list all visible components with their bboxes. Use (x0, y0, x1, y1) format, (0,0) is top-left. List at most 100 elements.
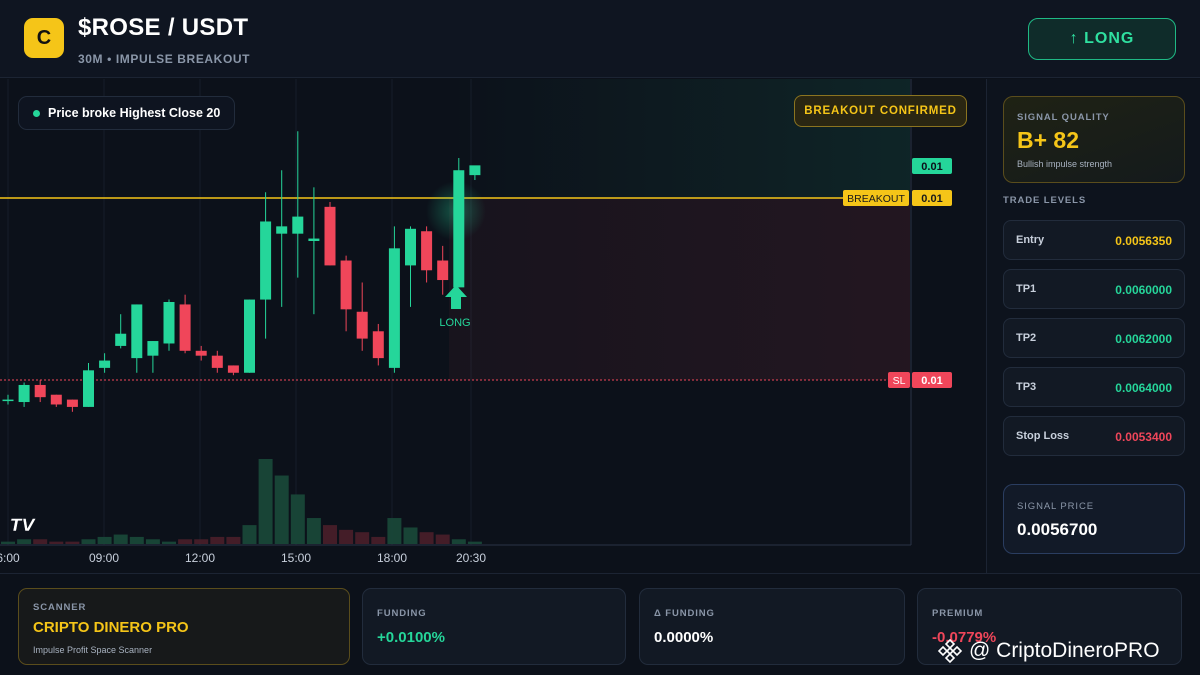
funding-label: FUNDING (377, 608, 427, 619)
candle (147, 341, 159, 373)
candle (227, 365, 239, 376)
candle (453, 158, 465, 288)
candles (2, 131, 481, 412)
volume-bar (242, 525, 257, 544)
candle-body (276, 226, 288, 234)
watermark: @ CriptoDineroPRO (937, 638, 1160, 664)
stop-loss-zone (449, 198, 910, 380)
candle (2, 394, 14, 405)
candle-body (115, 333, 127, 346)
volume-bar (113, 534, 128, 544)
scanner-card: SCANNER CRIPTO DINERO PRO Impulse Profit… (18, 588, 350, 665)
volume-bar (306, 518, 321, 544)
volume-bar (17, 539, 32, 544)
volume-bar (1, 541, 15, 544)
candle-body (179, 304, 191, 351)
volume-bar (403, 527, 418, 544)
candle (260, 192, 272, 339)
volume-bar (194, 539, 209, 544)
candle-body (405, 228, 416, 266)
grid-lines (7, 79, 472, 545)
signal-quality-card: SIGNAL QUALITY B+ 82 Bullish impulse str… (1003, 96, 1185, 183)
volume-bar (323, 525, 337, 544)
trade-level-label: TP1 (1016, 283, 1037, 295)
trade-level-row: TP2 0.0062000 (1003, 318, 1185, 358)
funding-value: +0.0100% (377, 629, 445, 646)
binance-icon (937, 638, 963, 664)
candle (388, 226, 400, 373)
candle (356, 282, 368, 351)
candle-body (421, 231, 433, 271)
sl-price-text: 0.01 (921, 375, 942, 387)
status-dot-icon (33, 109, 40, 117)
candle-body (66, 399, 78, 407)
trade-level-row: TP3 0.0064000 (1003, 367, 1185, 407)
signal-quality-caption: Bullish impulse strength (1017, 159, 1113, 169)
price-tag-top-text: 0.01 (921, 161, 942, 173)
candle (195, 345, 207, 361)
candle-body (324, 206, 336, 266)
signal-price-value: 0.0056700 (1017, 520, 1098, 539)
candle (50, 394, 62, 407)
candle-body (163, 302, 175, 344)
funding-card: FUNDING +0.0100% (362, 588, 626, 665)
breakout-tag-text: BREAKOUT (847, 193, 905, 205)
trade-levels-title: TRADE LEVELS (1003, 195, 1087, 206)
volume-bar (49, 541, 64, 544)
volume-bar (65, 541, 80, 544)
candle-body (340, 260, 352, 310)
x-axis-labels: 6:00 09:00 12:00 15:00 18:00 20:30 (0, 551, 486, 565)
x-axis-tick-label: 18:00 (377, 551, 407, 565)
candle-body (147, 341, 159, 356)
candle (179, 294, 191, 354)
x-axis-tick-label: 20:30 (456, 551, 486, 565)
x-axis-tick-label: 12:00 (185, 551, 215, 565)
candle (99, 353, 111, 373)
x-axis-tick-label: 09:00 (89, 551, 119, 565)
scanner-name: CRIPTO DINERO PRO (33, 619, 189, 636)
candle (18, 382, 30, 407)
candle (115, 314, 127, 349)
volume-bar (387, 518, 402, 544)
candle (324, 201, 336, 266)
long-button[interactable]: ↑ LONG (1028, 18, 1176, 60)
signal-panel: SIGNAL QUALITY B+ 82 Bullish impulse str… (986, 79, 1200, 573)
candle (131, 304, 143, 373)
long-marker-label: LONG (439, 317, 470, 329)
volume-bar (81, 539, 96, 544)
volume-bar (435, 534, 450, 544)
candle-body (34, 384, 46, 398)
candle (292, 131, 304, 278)
volume-bar (419, 532, 434, 544)
candle (163, 299, 175, 351)
x-axis-tick-label: 6:00 (0, 551, 20, 565)
candle-body (18, 384, 30, 403)
candle-body (2, 399, 14, 402)
price-chart[interactable]: 6:0009:0012:0015:0018:0020:30 LONG 0.01 … (0, 79, 985, 573)
volume-bar (210, 536, 225, 544)
candle (66, 399, 78, 412)
trade-level-label: TP2 (1016, 332, 1037, 344)
volume-bar (162, 541, 176, 544)
pair-title: $ROSE / USDT (78, 14, 249, 41)
delta-funding-label: Δ FUNDING (654, 608, 715, 619)
delta-funding-card: Δ FUNDING 0.0000% (639, 588, 905, 665)
scanner-caption: Impulse Profit Space Scanner (33, 645, 153, 655)
volume-bar (371, 536, 386, 544)
trade-level-row: Stop Loss 0.0053400 (1003, 416, 1185, 456)
pair-subtitle: 30M • IMPULSE BREAKOUT (78, 52, 251, 66)
candle-body (453, 170, 465, 288)
volume-bar (290, 494, 305, 544)
signal-price-label: SIGNAL PRICE (1017, 501, 1094, 512)
candle (405, 226, 416, 307)
breakout-note: Price broke Highest Close 20 (18, 96, 236, 130)
premium-label: PREMIUM (932, 608, 984, 619)
breakout-confirmed-badge: BREAKOUT CONFIRMED (794, 95, 967, 127)
candle (211, 350, 223, 373)
candle-body (372, 331, 384, 359)
trade-level-value: 0.0053400 (1115, 430, 1172, 444)
candle-body (437, 260, 449, 281)
volume-bar (467, 541, 482, 544)
candle-body (244, 299, 255, 373)
candle-body (469, 165, 481, 176)
